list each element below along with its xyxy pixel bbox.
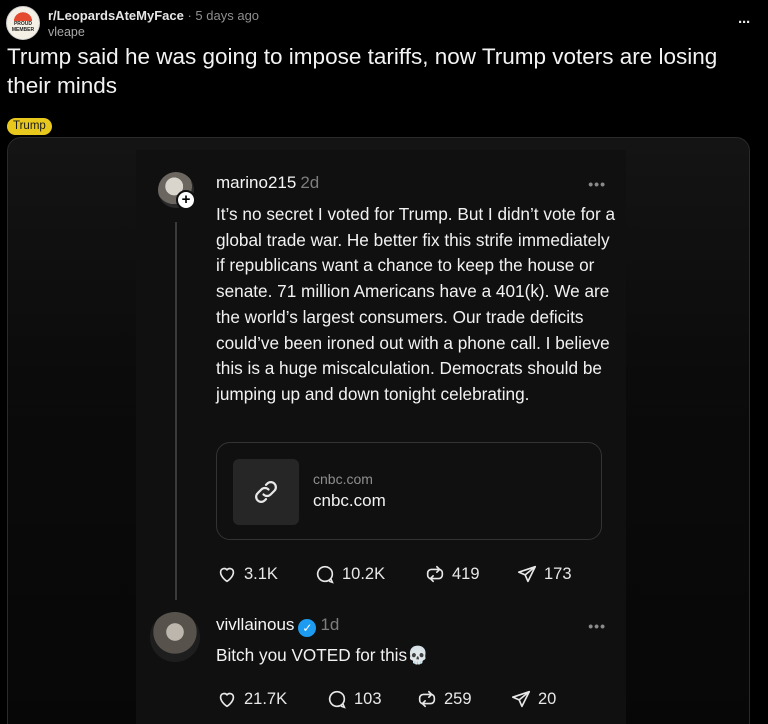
- meta-separator: ·: [187, 8, 192, 23]
- post-age: 1d: [320, 615, 340, 634]
- more-options-icon: •••: [588, 176, 606, 192]
- repost-action: 419: [424, 563, 480, 585]
- repost-icon: [418, 690, 436, 708]
- threads-screenshot: + marino215 2d ••• It’s no secret I voted…: [136, 150, 626, 724]
- heart-icon: [219, 567, 235, 583]
- reply-action: 10.2K: [314, 563, 385, 585]
- plus-icon: +: [176, 190, 196, 210]
- like-count: 3.1K: [244, 564, 278, 583]
- reply-action: 103: [326, 688, 382, 710]
- username: vivllainous: [216, 615, 295, 634]
- post-media[interactable]: + marino215 2d ••• It’s no secret I voted…: [7, 137, 750, 724]
- post-header: PROUD MEMBER r/LeopardsAteMyFace · 5 day…: [6, 6, 758, 40]
- user-avatar-vivllainous: [150, 612, 200, 662]
- post-body: It’s no secret I voted for Trump. But I …: [216, 204, 616, 404]
- repost-count: 259: [444, 689, 472, 708]
- share-icon: [517, 565, 537, 583]
- post-author[interactable]: vleape: [48, 25, 85, 39]
- like-action: 21.7K: [216, 688, 287, 710]
- repost-icon: [426, 565, 444, 583]
- link-domain-small: cnbc.com: [313, 471, 373, 487]
- post-age: 2d: [300, 173, 320, 192]
- share-count: 20: [538, 689, 557, 708]
- reply-body: Bitch you VOTED for this💀: [216, 645, 429, 665]
- like-action: 3.1K: [216, 563, 278, 585]
- post-meta: r/LeopardsAteMyFace · 5 days ago: [48, 8, 259, 23]
- reply-count: 103: [354, 689, 382, 708]
- share-action: 173: [516, 563, 572, 585]
- comment-icon: [316, 565, 334, 584]
- subreddit-name[interactable]: r/LeopardsAteMyFace: [48, 8, 184, 23]
- post-flair[interactable]: Trump: [7, 118, 52, 135]
- more-options-icon: •••: [588, 618, 606, 634]
- username-line-2: vivllainous ✓ 1d: [216, 615, 339, 637]
- thread-connector-line: [175, 222, 177, 600]
- subreddit-avatar[interactable]: PROUD MEMBER: [6, 6, 40, 40]
- username: marino215: [216, 173, 297, 192]
- post-title[interactable]: Trump said he was going to impose tariff…: [7, 42, 747, 100]
- like-count: 21.7K: [244, 689, 288, 708]
- post-age: 5 days ago: [195, 8, 260, 23]
- more-options-icon[interactable]: ···: [738, 14, 751, 31]
- username-line-1: marino215 2d: [216, 173, 319, 193]
- share-action: 20: [510, 688, 556, 710]
- link-preview-card: cnbc.com cnbc.com: [216, 442, 602, 540]
- link-icon: [233, 459, 299, 525]
- link-domain: cnbc.com: [313, 491, 386, 510]
- repost-action: 259: [416, 688, 472, 710]
- heart-icon: [219, 692, 235, 708]
- subreddit-avatar-text: PROUD MEMBER: [9, 21, 37, 33]
- repost-count: 419: [452, 564, 480, 583]
- share-count: 173: [544, 564, 572, 583]
- share-icon: [511, 690, 531, 708]
- comment-icon: [328, 690, 346, 709]
- reply-count: 10.2K: [342, 564, 386, 583]
- verified-icon: ✓: [298, 619, 317, 637]
